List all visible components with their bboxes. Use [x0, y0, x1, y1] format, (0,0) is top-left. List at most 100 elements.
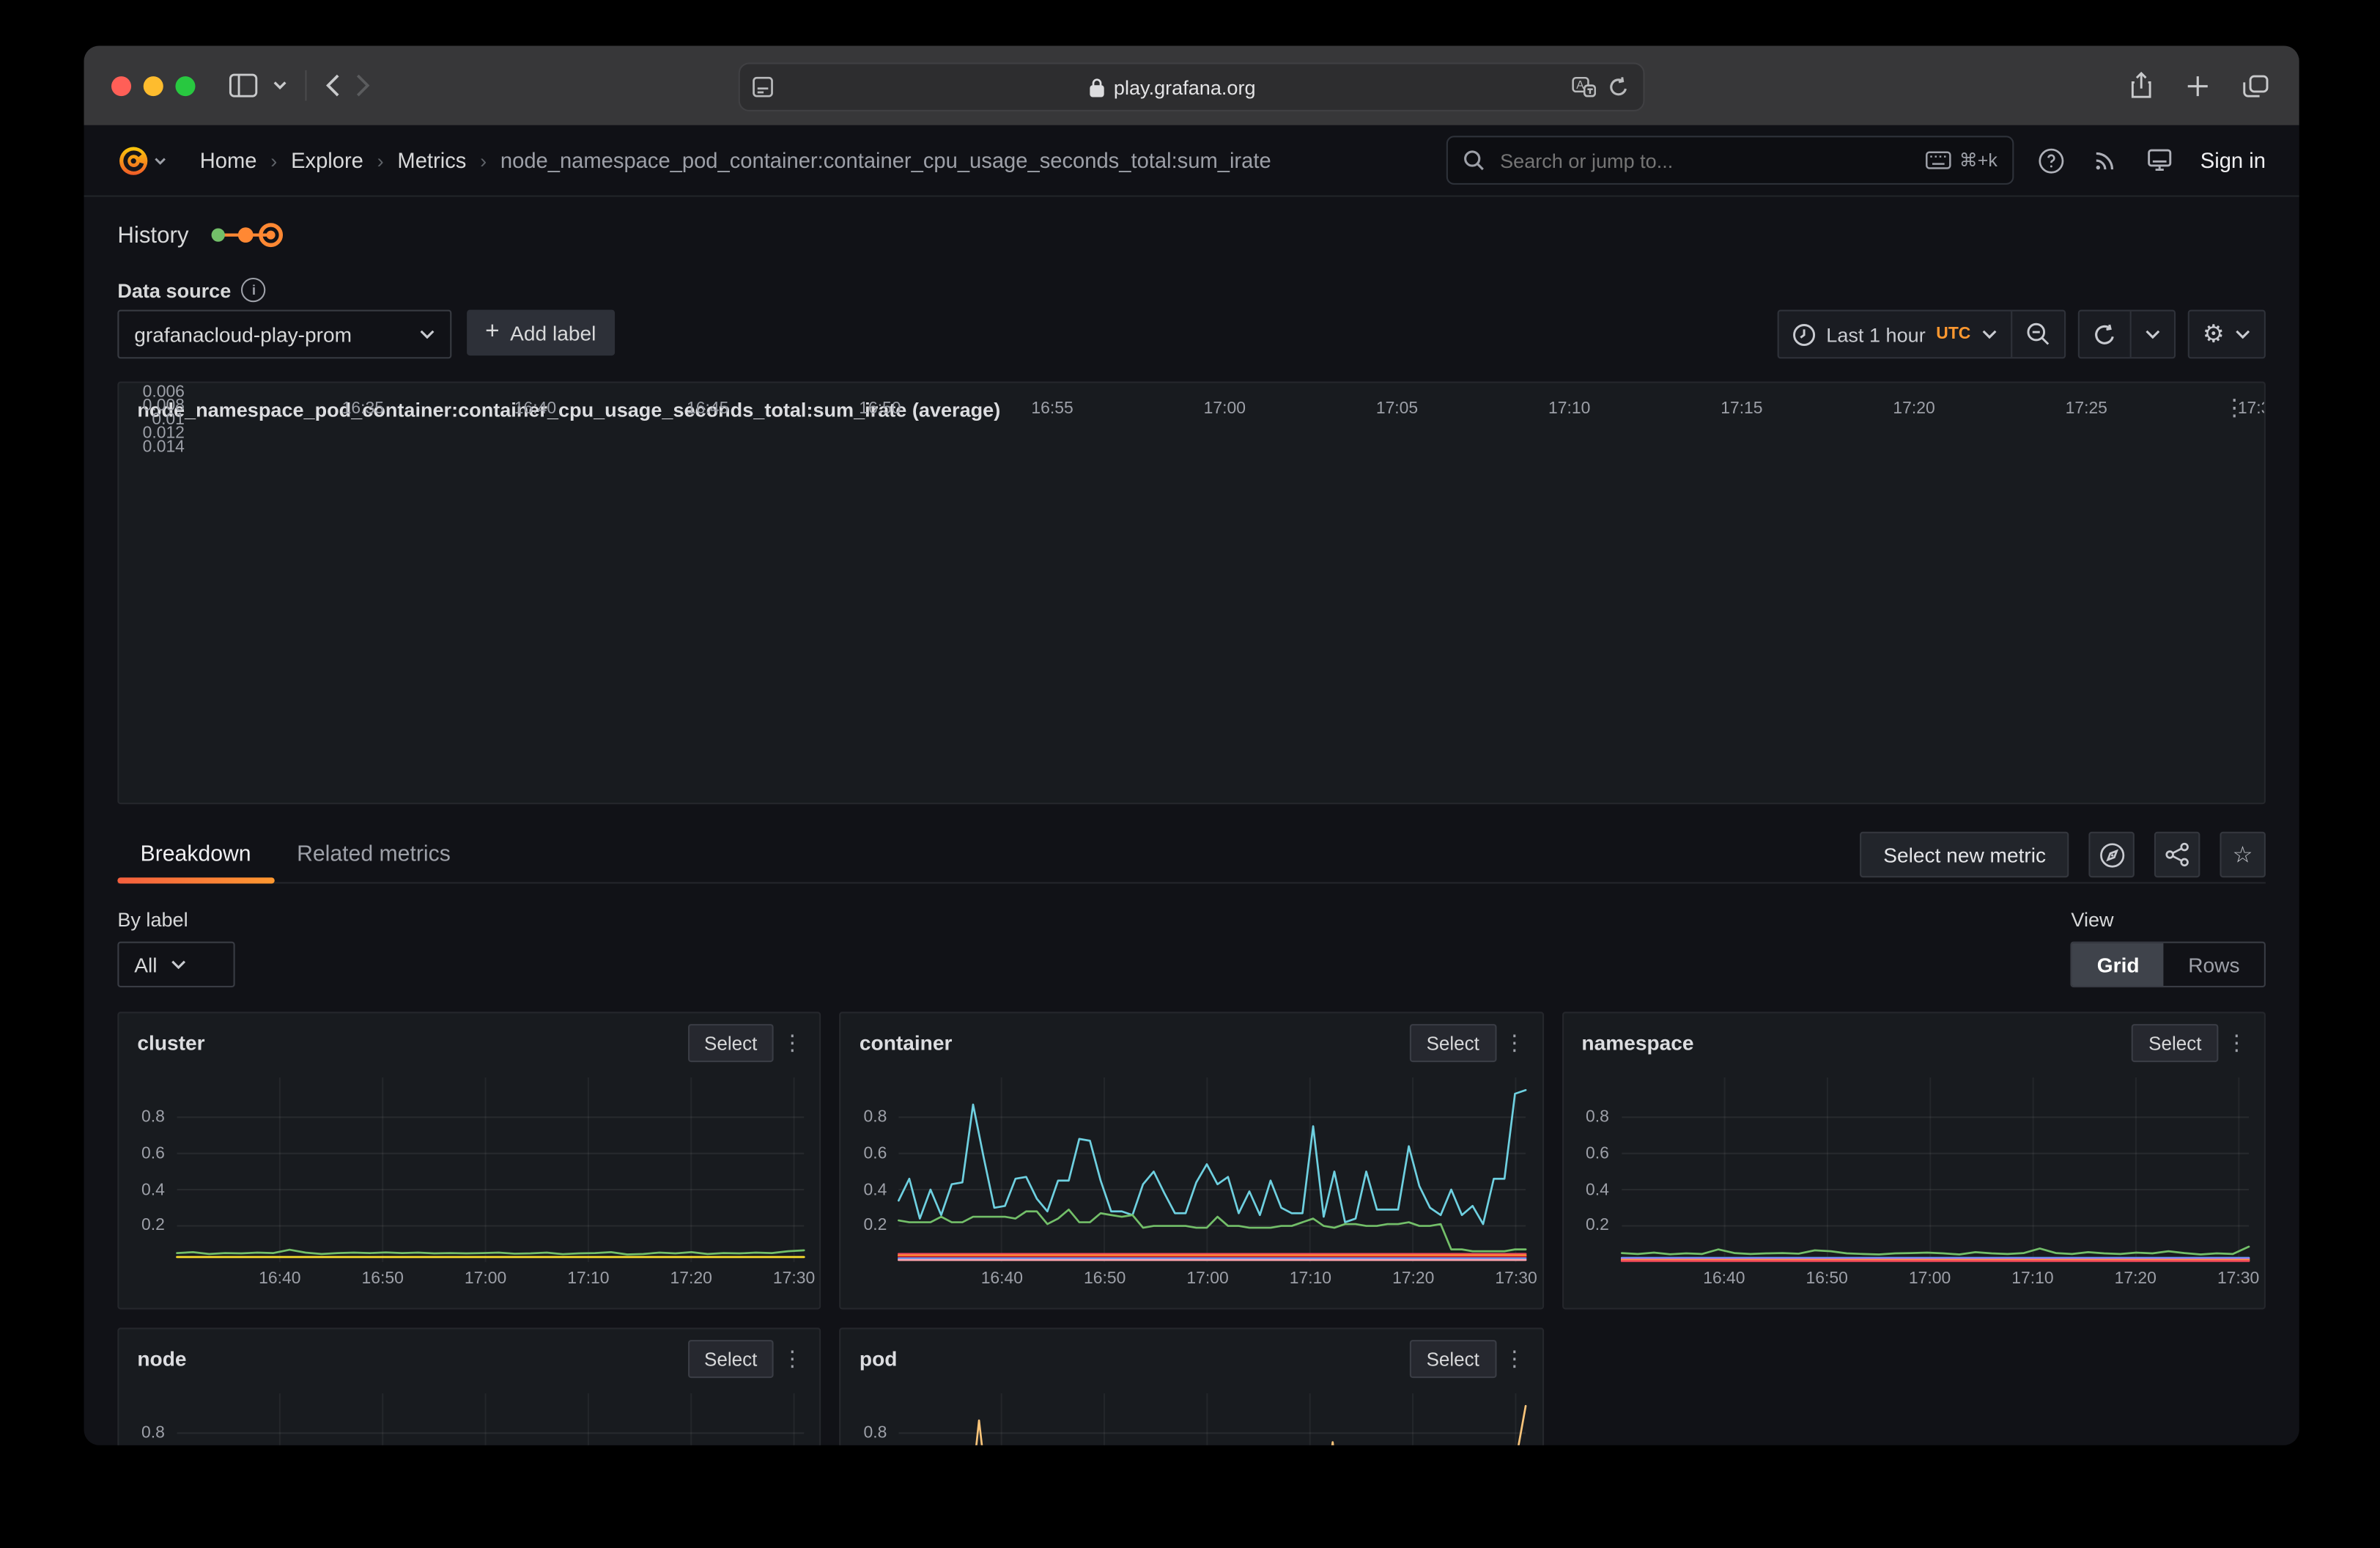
- breadcrumb-metrics[interactable]: Metrics: [397, 148, 466, 172]
- minimize-window-button[interactable]: [144, 75, 163, 95]
- panel-title: node: [137, 1347, 687, 1370]
- settings-button[interactable]: ⚙: [2189, 312, 2264, 357]
- help-icon[interactable]: [2039, 147, 2064, 173]
- tab-breakdown[interactable]: Breakdown: [117, 842, 274, 882]
- sidebar-chevron-icon[interactable]: [273, 81, 287, 89]
- grafana-logo-icon: [117, 144, 149, 177]
- select-new-metric-button[interactable]: Select new metric: [1860, 832, 2069, 877]
- kebab-menu-icon[interactable]: ⋮: [1496, 1027, 1533, 1059]
- search-input[interactable]: [1497, 147, 1913, 173]
- breakdown-panel-namespace: namespace Select ⋮ 0.80.60.40.216:4016:5…: [1562, 1011, 2266, 1309]
- datasource-picker[interactable]: grafanacloud-play-prom: [117, 310, 451, 359]
- x-axis-tick: 16:45: [677, 400, 738, 419]
- panel-header: pod Select ⋮: [860, 1340, 1533, 1378]
- url-display: play.grafana.org: [774, 75, 1572, 98]
- breakdown-panel-container: container Select ⋮ 0.80.60.40.216:4016:5…: [840, 1011, 1544, 1309]
- share-panel-button[interactable]: [2154, 832, 2200, 877]
- y-axis-tick: 0.006: [131, 382, 185, 403]
- tab-related-metrics[interactable]: Related metrics: [274, 842, 473, 882]
- close-window-button[interactable]: [111, 75, 131, 95]
- monitor-icon[interactable]: [2147, 148, 2173, 172]
- cluster-chart[interactable]: 0.80.60.40.216:4016:5017:0017:1017:2017:…: [131, 1068, 810, 1302]
- breadcrumb-current-metric: node_namespace_pod_container:container_c…: [500, 148, 1271, 172]
- x-axis-tick: 17:30: [2228, 400, 2266, 419]
- history-step-orange: [237, 227, 253, 243]
- kebab-menu-icon[interactable]: ⋮: [2218, 1027, 2255, 1059]
- breadcrumb-separator: ›: [270, 149, 277, 172]
- container-chart[interactable]: 0.80.60.40.216:4016:5017:0017:1017:2017:…: [854, 1068, 1533, 1302]
- back-button[interactable]: [325, 73, 340, 97]
- y-axis-tick: 0.4: [854, 1179, 887, 1201]
- time-picker-group: Last 1 hour UTC: [1778, 310, 2066, 359]
- view-block: View Grid Rows: [2071, 908, 2266, 987]
- history-step-green: [211, 228, 224, 241]
- grafana-logo-block[interactable]: [117, 144, 166, 177]
- news-rss-icon[interactable]: [2093, 148, 2118, 172]
- breakdown-grid: cluster Select ⋮ 0.80.60.40.216:4016:501…: [117, 1011, 2266, 1445]
- select-button[interactable]: Select: [687, 1024, 774, 1062]
- view-label: View: [2071, 908, 2266, 931]
- tab-overview-icon[interactable]: [2243, 74, 2269, 97]
- reader-icon[interactable]: [752, 76, 773, 97]
- y-axis-tick: 0.2: [854, 1215, 887, 1236]
- breakdown-panel-node: node Select ⋮ 0.80.60.40.216:4016:5017:0…: [117, 1327, 821, 1445]
- history-timeline[interactable]: [207, 220, 283, 251]
- x-axis-tick: 16:40: [972, 1269, 1032, 1288]
- reload-icon[interactable]: [1608, 76, 1630, 97]
- compass-icon: [2099, 841, 2124, 867]
- refresh-button[interactable]: [2079, 312, 2129, 357]
- kebab-menu-icon[interactable]: ⋮: [1496, 1343, 1533, 1375]
- explore-compass-button[interactable]: [2088, 832, 2134, 877]
- global-search[interactable]: ⌘+k: [1446, 136, 2014, 185]
- translate-icon[interactable]: A: [1572, 76, 1596, 97]
- x-axis-tick: 16:40: [505, 400, 566, 419]
- chevron-down-icon: [2235, 330, 2250, 339]
- zoom-out-time-button[interactable]: [2010, 312, 2063, 357]
- new-tab-icon[interactable]: [2187, 74, 2209, 97]
- select-button[interactable]: Select: [1410, 1024, 1496, 1062]
- chevron-down-icon: [171, 960, 186, 969]
- x-axis-tick: 17:30: [2208, 1269, 2266, 1288]
- explore-metrics-page: History Data source i grafanacloud-play-…: [84, 220, 2299, 1445]
- panel-title: container: [860, 1031, 1410, 1054]
- sign-in-button[interactable]: Sign in: [2200, 148, 2266, 172]
- breakdown-filters-row: By label All View Grid Rows: [117, 908, 2266, 987]
- x-axis-tick: 17:15: [1711, 400, 1772, 419]
- add-label-text: Add label: [510, 321, 596, 344]
- view-rows-option[interactable]: Rows: [2164, 943, 2264, 986]
- select-button[interactable]: Select: [2132, 1024, 2218, 1062]
- add-label-button[interactable]: + Add label: [467, 310, 614, 355]
- x-axis-tick: 17:30: [1485, 1269, 1543, 1288]
- kebab-menu-icon[interactable]: ⋮: [774, 1343, 810, 1375]
- select-button[interactable]: Select: [687, 1340, 774, 1378]
- breadcrumb-explore[interactable]: Explore: [291, 148, 363, 172]
- breadcrumb-home[interactable]: Home: [200, 148, 257, 172]
- kebab-menu-icon[interactable]: ⋮: [774, 1027, 810, 1059]
- address-bar[interactable]: play.grafana.org A: [739, 62, 1645, 111]
- y-axis-tick: 0.4: [1575, 1179, 1609, 1201]
- namespace-chart[interactable]: 0.80.60.40.216:4016:5017:0017:1017:2017:…: [1575, 1068, 2255, 1302]
- pod-chart[interactable]: 0.80.60.40.216:4016:5017:0017:1017:2017:…: [854, 1384, 1533, 1445]
- info-icon[interactable]: i: [242, 278, 266, 302]
- svg-text:A: A: [1576, 79, 1584, 92]
- refresh-interval-dropdown[interactable]: [2129, 312, 2173, 357]
- star-button[interactable]: ☆: [2220, 832, 2265, 877]
- logo-chevron-down-icon: [154, 156, 166, 163]
- y-axis-tick: 0.6: [1575, 1143, 1609, 1164]
- zoom-window-button[interactable]: [175, 75, 195, 95]
- refresh-icon: [2093, 322, 2115, 345]
- share-icon[interactable]: [2130, 72, 2153, 99]
- datasource-label: Data source: [117, 279, 231, 301]
- x-axis-tick: 17:25: [2056, 400, 2117, 419]
- time-range-label: Last 1 hour: [1826, 322, 1925, 345]
- node-chart[interactable]: 0.80.60.40.216:4016:5017:0017:1017:2017:…: [131, 1384, 810, 1445]
- select-button[interactable]: Select: [1410, 1340, 1496, 1378]
- view-grid-option[interactable]: Grid: [2072, 943, 2163, 986]
- by-label-select[interactable]: All: [117, 942, 234, 987]
- sidebar-toggle-icon[interactable]: [229, 73, 258, 97]
- plus-icon: +: [485, 319, 499, 346]
- x-axis-tick: 17:10: [2002, 1269, 2063, 1288]
- time-range-picker[interactable]: Last 1 hour UTC: [1779, 312, 2011, 357]
- datasource-label-row: Data source i: [117, 278, 2266, 302]
- forward-button: [355, 73, 371, 97]
